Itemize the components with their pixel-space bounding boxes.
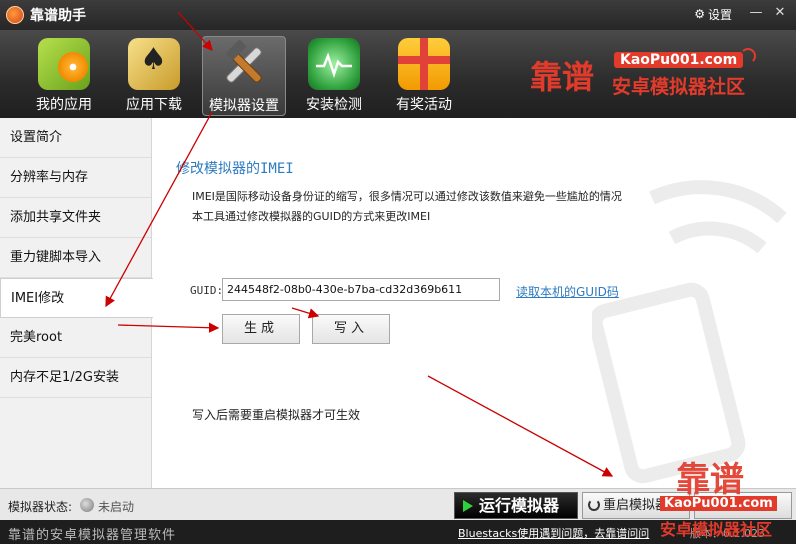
sidebar-item-root[interactable]: 完美root	[0, 318, 151, 358]
minimize-button[interactable]: —	[746, 4, 766, 24]
install-check-icon	[308, 38, 360, 90]
description-line-2: 本工具通过修改模拟器的GUID的方式来更改IMEI	[192, 210, 431, 223]
corner-brand-big: 靠谱	[676, 460, 744, 500]
tool-app-download[interactable]: 应用下载	[112, 36, 196, 116]
status-indicator-icon	[80, 498, 94, 512]
restart-note: 写入后需要重启模拟器才可生效	[192, 408, 361, 422]
footer-help-link[interactable]: Bluestacks使用遇到问题，去靠谱问问	[458, 525, 649, 541]
write-button[interactable]: 写入	[312, 314, 390, 344]
content-area: 修改模拟器的IMEI IMEI是国际移动设备身份证的缩写，很多情况可以通过修改该…	[152, 118, 796, 488]
read-guid-link[interactable]: 读取本机的GUID码	[516, 283, 619, 300]
tool-label: 应用下载	[126, 97, 182, 113]
phone-watermark-icon	[592, 180, 787, 484]
restart-icon	[588, 499, 600, 511]
restart-emulator-label: 重启模拟器	[603, 498, 669, 513]
window-controls: ⚙ 设置 — ✕	[694, 4, 790, 24]
main-toolbar: 我的应用 应用下载 模拟器设置 安装检测 有奖活动 靠谱 KaoPu001.co…	[0, 30, 796, 118]
settings-button[interactable]: ⚙ 设置	[694, 6, 732, 23]
hammer-wrench-icon	[218, 39, 270, 91]
title-bar: 靠谱助手 ⚙ 设置 — ✕	[0, 0, 796, 30]
brand-subtitle: 安卓模拟器社区	[612, 76, 746, 98]
guid-input[interactable]: 244548f2-08b0-430e-b7ba-cd32d369b611	[222, 278, 500, 301]
run-emulator-label: 运行模拟器	[479, 496, 560, 515]
section-title: 修改模拟器的IMEI	[176, 161, 294, 177]
sidebar-item-imei[interactable]: IMEI修改	[0, 278, 153, 318]
tool-label: 有奖活动	[396, 97, 452, 113]
sidebar: 设置简介 分辨率与内存 添加共享文件夹 重力键脚本导入 IMEI修改 完美roo…	[0, 118, 153, 488]
play-icon	[463, 500, 473, 512]
tool-label: 模拟器设置	[209, 98, 279, 114]
my-apps-icon	[38, 38, 90, 90]
description-line-1: IMEI是国际移动设备身份证的缩写，很多情况可以通过修改该数值来避免一些尴尬的情…	[192, 190, 622, 203]
run-emulator-button[interactable]: 运行模拟器	[454, 492, 578, 519]
signal-icon	[740, 48, 756, 64]
app-download-icon	[128, 38, 180, 90]
brand-big-text: 靠谱	[530, 58, 595, 96]
tool-label: 我的应用	[36, 97, 92, 113]
tool-my-apps[interactable]: 我的应用	[22, 36, 106, 116]
footer-slogan: 靠谱的安卓模拟器管理软件	[8, 528, 177, 543]
settings-label: 设置	[707, 7, 732, 22]
generate-button[interactable]: 生成	[222, 314, 300, 344]
brand-logo: 靠谱 KaoPu001.com 安卓模拟器社区	[530, 48, 756, 108]
corner-brand-sub: 安卓模拟器社区	[660, 520, 773, 539]
gear-icon: ⚙	[694, 7, 705, 21]
corner-brand-site: KaoPu001.com	[660, 496, 777, 511]
close-button[interactable]: ✕	[770, 4, 790, 24]
app-logo-icon	[6, 6, 24, 24]
tool-gift-activity[interactable]: 有奖活动	[382, 36, 466, 116]
app-title: 靠谱助手	[30, 8, 86, 24]
guid-label: GUID:	[190, 284, 224, 297]
gift-icon	[398, 38, 450, 90]
sidebar-item-shared-folder[interactable]: 添加共享文件夹	[0, 198, 151, 238]
tool-emulator-settings[interactable]: 模拟器设置	[202, 36, 286, 116]
sidebar-item-gravity-script[interactable]: 重力键脚本导入	[0, 238, 151, 278]
tool-label: 安装检测	[306, 97, 362, 113]
emulator-status-label: 模拟器状态:	[8, 500, 73, 514]
tool-install-check[interactable]: 安装检测	[292, 36, 376, 116]
main-panel: 设置简介 分辨率与内存 添加共享文件夹 重力键脚本导入 IMEI修改 完美roo…	[0, 118, 796, 488]
sidebar-item-resolution-memory[interactable]: 分辨率与内存	[0, 158, 151, 198]
sidebar-item-intro[interactable]: 设置简介	[0, 118, 151, 158]
corner-watermark-logo: 靠谱 KaoPu001.com 安卓模拟器社区	[660, 452, 796, 544]
brand-site: KaoPu001.com	[614, 52, 744, 68]
emulator-status-value: 未启动	[98, 500, 135, 514]
sidebar-item-low-memory-install[interactable]: 内存不足1/2G安装	[0, 358, 151, 398]
